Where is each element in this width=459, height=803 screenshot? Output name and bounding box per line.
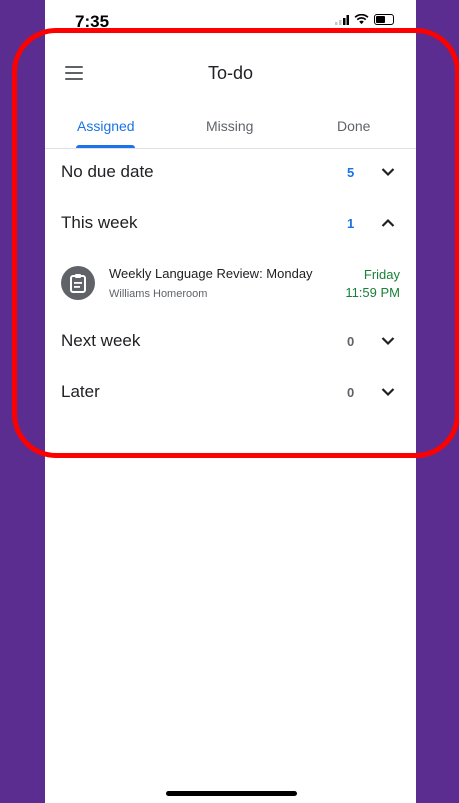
phone-screen: 7:35 To-do Assigned Missing Done No due … bbox=[45, 0, 416, 803]
section-count: 5 bbox=[347, 165, 355, 180]
section-title: Later bbox=[61, 382, 100, 401]
assignment-class: Williams Homeroom bbox=[109, 288, 208, 300]
due-day: Friday bbox=[363, 267, 400, 282]
chevron-down-icon[interactable] bbox=[381, 167, 395, 177]
tab-done[interactable]: Done bbox=[337, 118, 370, 134]
section-count: 1 bbox=[347, 216, 355, 231]
tab-assigned[interactable]: Assigned bbox=[77, 118, 135, 134]
wifi-icon bbox=[354, 14, 369, 25]
section-count: 0 bbox=[347, 385, 355, 400]
home-indicator bbox=[166, 791, 297, 796]
status-bar: 7:35 bbox=[45, 0, 416, 31]
section-no-due-date[interactable]: No due date 5 bbox=[45, 150, 416, 194]
signal-icon bbox=[335, 14, 349, 25]
app-bar: To-do bbox=[45, 52, 416, 96]
chevron-down-icon[interactable] bbox=[381, 387, 395, 397]
assignment-item[interactable]: Weekly Language Review: Monday Williams … bbox=[45, 255, 416, 311]
status-time: 7:35 bbox=[75, 12, 110, 31]
tab-bar: Assigned Missing Done bbox=[45, 106, 416, 149]
chevron-down-icon[interactable] bbox=[381, 336, 395, 346]
active-tab-indicator bbox=[76, 145, 135, 148]
battery-icon bbox=[374, 14, 394, 25]
section-this-week[interactable]: This week 1 bbox=[45, 201, 416, 245]
section-next-week[interactable]: Next week 0 bbox=[45, 319, 416, 363]
page-title: To-do bbox=[207, 63, 254, 83]
section-title: No due date bbox=[61, 162, 154, 181]
section-title: Next week bbox=[61, 331, 141, 350]
section-count: 0 bbox=[347, 334, 355, 349]
section-title: This week bbox=[61, 213, 138, 232]
assignment-due: Friday 11:59 PM bbox=[345, 266, 400, 302]
status-icons bbox=[335, 14, 394, 25]
assignment-title: Weekly Language Review: Monday bbox=[109, 266, 313, 281]
assignment-icon bbox=[61, 266, 95, 300]
due-time: 11:59 PM bbox=[345, 285, 400, 300]
chevron-up-icon[interactable] bbox=[381, 218, 395, 228]
tab-missing[interactable]: Missing bbox=[206, 118, 253, 134]
section-later[interactable]: Later 0 bbox=[45, 370, 416, 414]
